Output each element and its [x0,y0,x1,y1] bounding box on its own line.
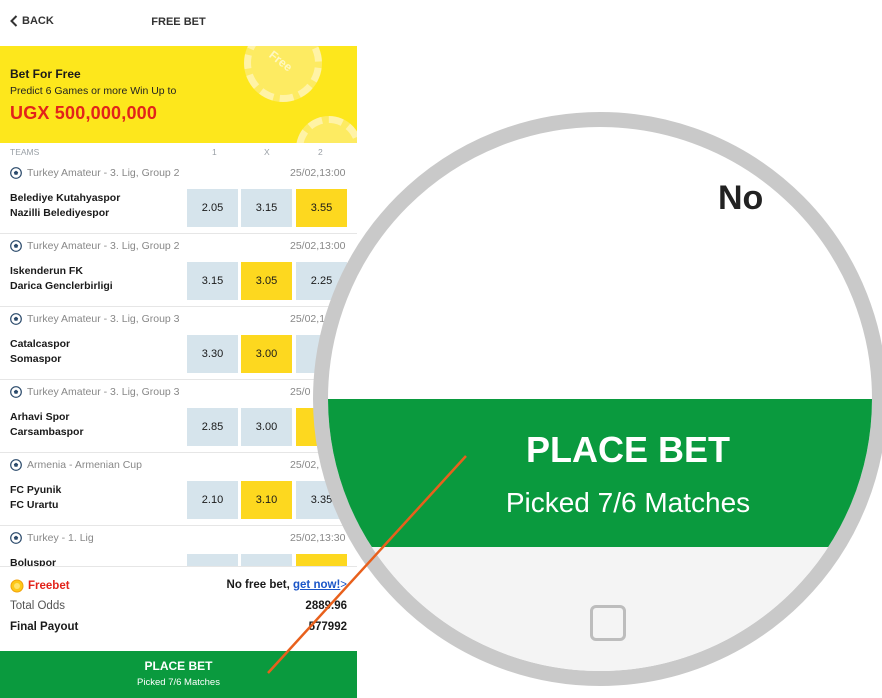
away-team: FC Urartu [10,499,59,511]
away-team: Somaspor [10,353,62,365]
col-2-label: 2 [318,147,323,157]
banner-amount: UGX 500,000,000 [10,103,158,123]
odd-home-button[interactable]: 3.15 [187,262,238,300]
magnified-place-bet-sub: Picked 7/6 Matches [505,487,751,518]
soccer-ball-icon [10,167,22,179]
magnified-place-bet-label: PLACE BET [525,429,730,470]
odd-draw-button[interactable]: 3.00 [241,335,292,373]
league-name: Armenia - Armenian Cup [27,459,142,471]
promo-banner: Free Bet For Free Predict 6 Games or mor… [0,46,357,143]
league-name: Turkey Amateur - 3. Lig, Group 3 [27,386,180,398]
freebet-value: No free bet, [226,579,290,591]
match-date: 25/02,13:00 [290,240,346,252]
home-team: Belediye Kutahyaspor [10,192,121,204]
match-row: Turkey Amateur - 3. Lig, Group 2 25/02,1… [0,161,357,234]
col-x-label: X [264,147,270,157]
column-header: TEAMS 1 X 2 [0,143,357,161]
league-name: Turkey Amateur - 3. Lig, Group 3 [27,313,180,325]
league-label: Turkey Amateur - 3. Lig, Group 3 [10,313,180,325]
league-label: Turkey - 1. Lig [10,532,94,544]
home-team: FC Pyunik [10,484,62,496]
magnified-place-bet-button: PLACE BET Picked 7/6 Matches [328,399,872,547]
casino-chip-graphic [296,116,357,143]
odd-home-button[interactable]: 2.85 [187,408,238,446]
match-date: 25/0 [290,386,311,398]
col-1-label: 1 [212,147,217,157]
bet-summary: Freebet No free bet, get now!> Total Odd… [0,566,357,651]
final-payout-label: Final Payout [10,621,79,633]
soccer-ball-icon [10,386,22,398]
odd-draw-button[interactable]: 3.15 [241,189,292,227]
soccer-ball-icon [10,459,22,471]
league-label: Armenia - Armenian Cup [10,459,142,471]
league-name: Turkey - 1. Lig [27,532,94,544]
home-team: Iskenderun FK [10,265,83,277]
home-square-icon [590,605,626,641]
total-odds-row: Total Odds 2889.96 [10,600,347,618]
place-bet-label: PLACE BET [144,659,213,673]
place-bet-button[interactable]: PLACE BET Picked 7/6 Matches [0,651,357,698]
freebet-label-text: Freebet [28,580,70,592]
home-team: Arhavi Spor [10,411,70,423]
soccer-ball-icon [10,313,22,325]
total-odds-label: Total Odds [10,600,65,612]
place-bet-sub: Picked 7/6 Matches [137,677,220,688]
away-team: Carsambaspor [10,426,84,438]
home-team: Catalcaspor [10,338,71,350]
league-label: Turkey Amateur - 3. Lig, Group 2 [10,240,180,252]
match-row: Turkey Amateur - 3. Lig, Group 3 25/02,1… [0,307,357,380]
odd-home-button[interactable]: 2.05 [187,189,238,227]
match-row: Turkey Amateur - 3. Lig, Group 3 25/0 Ar… [0,380,357,453]
away-team: Nazilli Belediyespor [10,207,110,219]
away-team: Darica Genclerbirligi [10,280,113,292]
soccer-ball-icon [10,240,22,252]
freebet-row: Freebet No free bet, get now!> [10,579,347,597]
match-date: 25/02, [290,459,320,471]
odd-draw-button[interactable]: 3.00 [241,408,292,446]
match-row: Turkey Amateur - 3. Lig, Group 2 25/02,1… [0,234,357,307]
top-bar: BACK FREE BET [0,0,357,46]
league-name: Turkey Amateur - 3. Lig, Group 2 [27,167,180,179]
match-date: 25/02,1 [290,313,326,325]
magnifier-callout: No PLACE BET Picked 7/6 Matches [313,112,882,686]
league-name: Turkey Amateur - 3. Lig, Group 2 [27,240,180,252]
odd-away-button[interactable]: 3.55 [296,189,347,227]
banner-subtitle: Predict 6 Games or more Win Up to [10,85,177,97]
odd-home-button[interactable]: 3.30 [187,335,238,373]
odd-draw-button[interactable]: 3.10 [241,481,292,519]
page-title: FREE BET [151,16,206,28]
odd-draw-button[interactable]: 3.05 [241,262,292,300]
coin-icon [10,579,24,593]
banner-heading: Bet For Free [10,67,81,81]
soccer-ball-icon [10,532,22,544]
freebet-label: Freebet [10,579,70,593]
phone-screen: BACK FREE BET Free Bet For Free Predict … [0,0,357,698]
league-label: Turkey Amateur - 3. Lig, Group 3 [10,386,180,398]
teams-column-label: TEAMS [10,147,40,157]
league-label: Turkey Amateur - 3. Lig, Group 2 [10,167,180,179]
match-date: 25/02,13:00 [290,167,346,179]
odd-home-button[interactable]: 2.10 [187,481,238,519]
final-payout-row: Final Payout 577992 [10,621,347,639]
magnified-no-text: No [718,179,764,217]
match-row: Armenia - Armenian Cup 25/02, FC Pyunik … [0,453,357,526]
